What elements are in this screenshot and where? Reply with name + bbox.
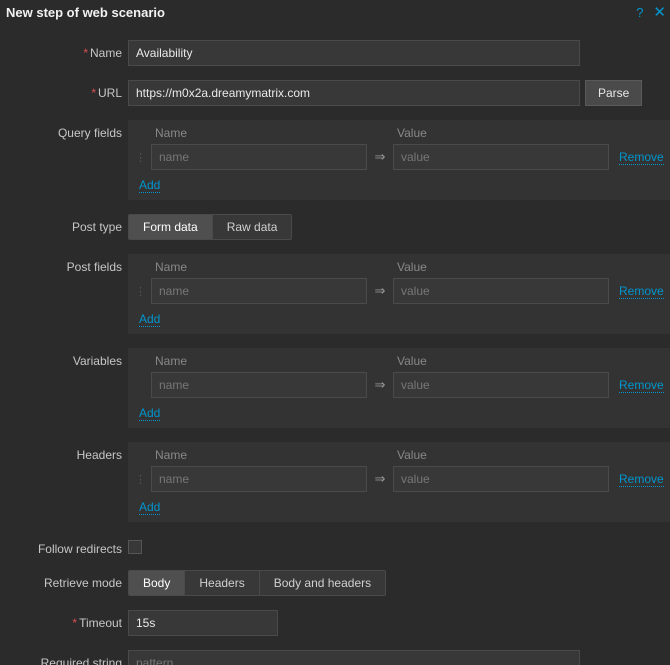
required-string-input[interactable] — [128, 650, 580, 665]
kv-header-value: Value — [377, 260, 595, 274]
post-type-raw-data[interactable]: Raw data — [213, 215, 292, 239]
add-query-field-link[interactable]: Add — [139, 178, 160, 193]
kv-header-name: Name — [155, 448, 377, 462]
post-type-segment: Form data Raw data — [128, 214, 292, 240]
variable-row: ⇒ Remove — [135, 372, 665, 398]
post-fields-block: Name Value ⇒ Remove Add — [128, 254, 670, 334]
drag-handle-icon[interactable] — [135, 473, 145, 486]
retrieve-mode-headers[interactable]: Headers — [185, 571, 259, 595]
label-post-type: Post type — [0, 214, 128, 234]
timeout-input[interactable] — [128, 610, 278, 636]
name-input[interactable] — [128, 40, 580, 66]
post-value-input[interactable] — [393, 278, 609, 304]
arrow-icon: ⇒ — [373, 471, 387, 487]
drag-handle-icon[interactable] — [135, 285, 145, 298]
label-query-fields: Query fields — [0, 120, 128, 140]
dialog-title: New step of web scenario — [6, 5, 636, 20]
remove-link[interactable]: Remove — [619, 378, 664, 393]
variable-value-input[interactable] — [393, 372, 609, 398]
retrieve-mode-segment: Body Headers Body and headers — [128, 570, 386, 596]
url-input[interactable] — [128, 80, 580, 106]
add-header-link[interactable]: Add — [139, 500, 160, 515]
label-retrieve-mode: Retrieve mode — [0, 570, 128, 590]
query-field-row: ⇒ Remove — [135, 144, 665, 170]
label-url: *URL — [0, 80, 128, 100]
add-variable-link[interactable]: Add — [139, 406, 160, 421]
label-timeout: *Timeout — [0, 610, 128, 630]
drag-handle-icon[interactable] — [135, 151, 145, 164]
arrow-icon: ⇒ — [373, 149, 387, 165]
query-fields-block: Name Value ⇒ Remove Add — [128, 120, 670, 200]
post-field-row: ⇒ Remove — [135, 278, 665, 304]
header-row: ⇒ Remove — [135, 466, 665, 492]
headers-block: Name Value ⇒ Remove Add — [128, 442, 670, 522]
header-value-input[interactable] — [393, 466, 609, 492]
label-post-fields: Post fields — [0, 254, 128, 274]
arrow-icon: ⇒ — [373, 283, 387, 299]
add-post-field-link[interactable]: Add — [139, 312, 160, 327]
form: *Name *URL Parse Query fields Name Value… — [0, 26, 670, 665]
parse-button[interactable]: Parse — [585, 80, 642, 106]
close-icon[interactable]: ✕ — [653, 3, 666, 21]
kv-header-name: Name — [155, 260, 377, 274]
kv-header-value: Value — [377, 126, 595, 140]
kv-header-value: Value — [377, 354, 595, 368]
follow-redirects-checkbox[interactable] — [128, 540, 142, 554]
label-variables: Variables — [0, 348, 128, 368]
label-follow-redirects: Follow redirects — [0, 536, 128, 556]
kv-header-name: Name — [155, 126, 377, 140]
help-icon[interactable]: ? — [636, 5, 643, 20]
post-type-form-data[interactable]: Form data — [129, 215, 213, 239]
remove-link[interactable]: Remove — [619, 472, 664, 487]
query-value-input[interactable] — [393, 144, 609, 170]
kv-header-value: Value — [377, 448, 595, 462]
retrieve-mode-body-and-headers[interactable]: Body and headers — [260, 571, 385, 595]
variables-block: Name Value ⇒ Remove Add — [128, 348, 670, 428]
remove-link[interactable]: Remove — [619, 284, 664, 299]
kv-header-name: Name — [155, 354, 377, 368]
query-name-input[interactable] — [151, 144, 367, 170]
retrieve-mode-body[interactable]: Body — [129, 571, 185, 595]
label-required-string: Required string — [0, 650, 128, 665]
label-name: *Name — [0, 40, 128, 60]
remove-link[interactable]: Remove — [619, 150, 664, 165]
variable-name-input[interactable] — [151, 372, 367, 398]
header-name-input[interactable] — [151, 466, 367, 492]
label-headers: Headers — [0, 442, 128, 462]
arrow-icon: ⇒ — [373, 377, 387, 393]
post-name-input[interactable] — [151, 278, 367, 304]
